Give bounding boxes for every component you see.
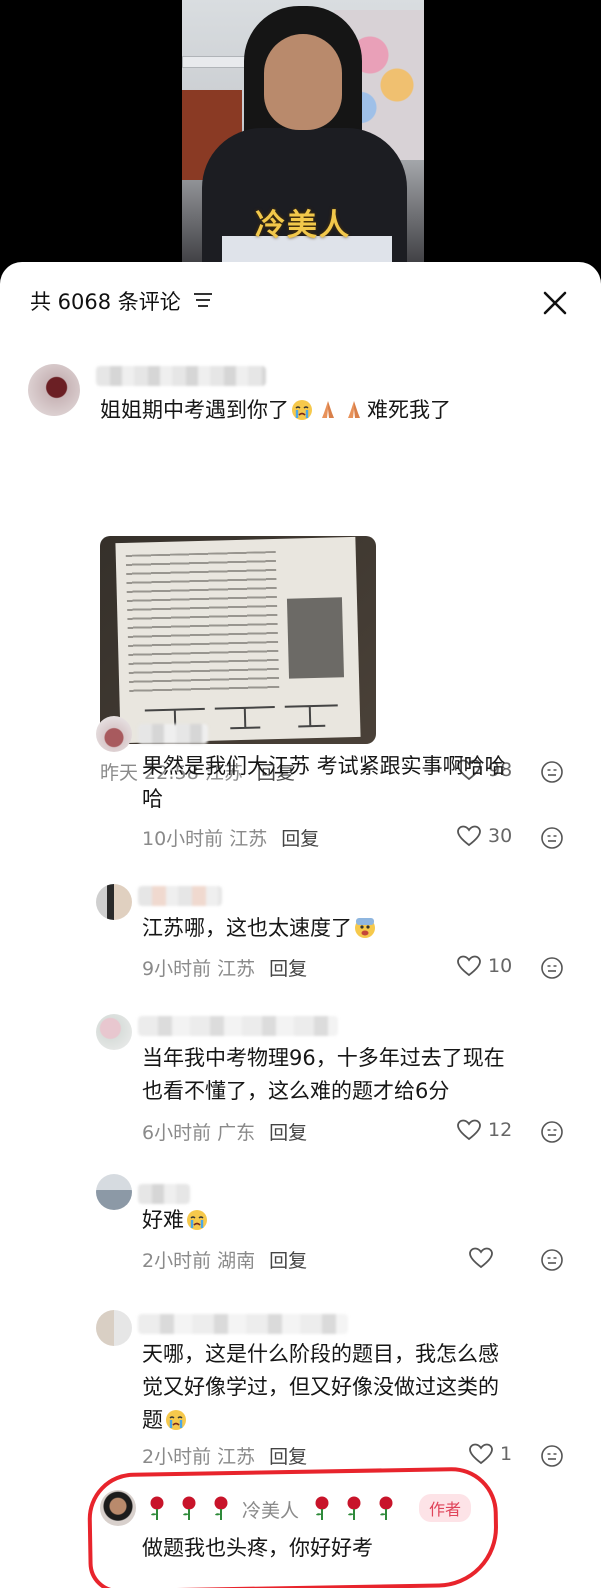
emoji-reaction-icon[interactable] — [540, 1444, 564, 1468]
username-blurred[interactable] — [138, 724, 208, 744]
comment-meta: 2小时前 江苏 回复 — [142, 1446, 308, 1468]
comment-text: 天哪，这是什么阶段的题目，我怎么感 觉又好像学过，但又好像没做过这类的 题 — [142, 1342, 499, 1432]
comment-meta: 2小时前 湖南 回复 — [142, 1250, 308, 1272]
username-blurred[interactable] — [138, 1314, 348, 1334]
reply-button[interactable]: 回复 — [269, 958, 307, 980]
heart-icon — [469, 1443, 493, 1465]
comment-count: 共 6068 条评论 — [30, 290, 181, 314]
author-avatar[interactable] — [100, 1490, 136, 1526]
rose-icon — [182, 1496, 196, 1520]
author-reply: 冷美人 作者 做题我也头疼，你好好考 — [0, 1486, 601, 1586]
rose-icon — [315, 1496, 329, 1520]
comment-item: 江苏哪，这也太速度了 9小时前 江苏 回复 10 — [0, 880, 601, 1000]
reply-button[interactable]: 回复 — [269, 1250, 307, 1272]
video-frame: 冷美人 — [182, 0, 424, 270]
comment-item: 天哪，这是什么阶段的题目，我怎么感 觉又好像学过，但又好像没做过这类的 题 2小… — [0, 1306, 601, 1476]
rose-icon — [379, 1496, 393, 1520]
emoji-reaction-icon[interactable] — [540, 1120, 564, 1144]
crying-emoji-icon — [292, 400, 312, 420]
like-button[interactable] — [468, 1246, 500, 1270]
heart-icon — [469, 1247, 493, 1269]
like-button[interactable]: 12 — [456, 1118, 512, 1142]
comment-item: 姐姐期中考遇到你了 难死我了 昨天 22:58 江苏 回复 98 — [0, 358, 601, 784]
video-caption: 冷美人 — [255, 208, 351, 243]
username-blurred[interactable] — [138, 1184, 190, 1204]
comment-text: 好难 — [142, 1204, 210, 1237]
comment-text: 当年我中考物理96，十多年过去了现在 也看不懂了，这么难的题才给6分 — [142, 1046, 505, 1103]
heart-icon — [457, 825, 481, 847]
praying-hands-icon — [322, 401, 334, 418]
comment-meta: 10小时前 江苏 回复 — [142, 828, 320, 850]
reply-button[interactable]: 回复 — [269, 1446, 307, 1468]
comment-item: 好难 2小时前 湖南 回复 — [0, 1170, 601, 1310]
like-count: 1 — [500, 1443, 513, 1465]
author-name[interactable]: 冷美人 — [242, 1500, 299, 1522]
emoji-reaction-icon[interactable] — [540, 1248, 564, 1272]
sort-lines-icon[interactable] — [192, 291, 214, 309]
rose-icon — [150, 1496, 164, 1520]
avatar[interactable] — [96, 716, 132, 752]
like-button[interactable]: 1 — [468, 1442, 512, 1466]
like-count: 30 — [488, 825, 513, 847]
avatar[interactable] — [96, 1014, 132, 1050]
reply-button[interactable]: 回复 — [281, 828, 319, 850]
person-face — [264, 34, 342, 130]
rose-icon — [214, 1496, 228, 1520]
avatar[interactable] — [96, 1310, 132, 1346]
avatar[interactable] — [96, 884, 132, 920]
heart-icon — [457, 955, 481, 977]
author-badge: 作者 — [419, 1494, 472, 1522]
crying-emoji-icon — [187, 1210, 207, 1230]
comment-text: 果然是我们大江苏 考试紧跟实事啊哈哈 哈 — [142, 754, 506, 811]
emoji-reaction-icon[interactable] — [540, 956, 564, 980]
heart-icon — [457, 1119, 481, 1141]
emoji-reaction-icon[interactable] — [540, 826, 564, 850]
avatar[interactable] — [96, 1174, 132, 1210]
avatar[interactable] — [28, 364, 80, 416]
username-blurred[interactable] — [138, 886, 222, 906]
rose-icon — [347, 1496, 361, 1520]
like-count: 10 — [488, 955, 513, 977]
close-icon[interactable] — [540, 288, 570, 318]
reply-button[interactable]: 回复 — [269, 1122, 307, 1144]
comment-text: 江苏哪，这也太速度了 — [142, 912, 378, 945]
like-count: 12 — [488, 1119, 513, 1141]
username-blurred[interactable] — [96, 366, 266, 386]
comment-text: 姐姐期中考遇到你了 难死我了 — [100, 398, 451, 422]
like-button[interactable]: 10 — [456, 954, 512, 978]
comments-header: 共 6068 条评论 — [0, 262, 601, 342]
comment-meta: 9小时前 江苏 回复 — [142, 958, 308, 980]
comments-sheet: 共 6068 条评论 姐姐期中考遇到你了 难死我了 昨天 22:58 江苏 回复… — [0, 262, 601, 1588]
like-button[interactable]: 30 — [456, 824, 512, 848]
comment-meta: 6小时前 广东 回复 — [142, 1122, 308, 1144]
crying-emoji-icon — [166, 1410, 186, 1430]
comment-item: 果然是我们大江苏 考试紧跟实事啊哈哈 哈 10小时前 江苏 回复 30 — [0, 710, 601, 860]
comment-item: 当年我中考物理96，十多年过去了现在 也看不懂了，这么难的题才给6分 6小时前 … — [0, 1008, 601, 1168]
author-reply-text: 做题我也头疼，你好好考 — [142, 1536, 373, 1560]
username-blurred[interactable] — [138, 1016, 338, 1036]
scared-face-icon — [355, 918, 375, 938]
author-name-row: 冷美人 作者 — [146, 1494, 472, 1523]
video-player[interactable]: 冷美人 — [0, 0, 601, 280]
praying-hands-icon — [348, 401, 360, 418]
